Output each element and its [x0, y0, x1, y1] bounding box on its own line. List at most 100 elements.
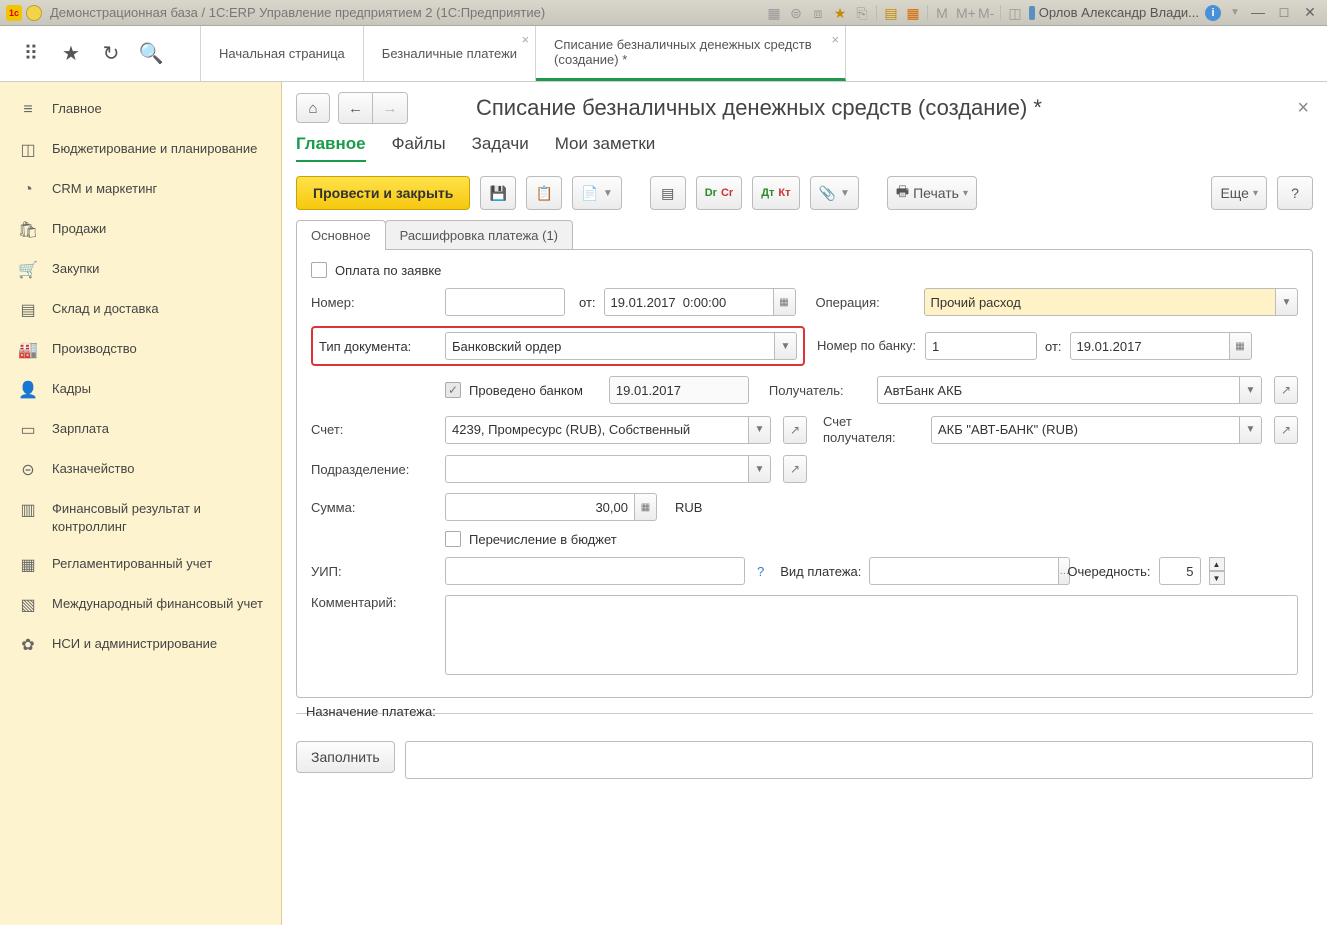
sidebar-item-sales[interactable]: 🛍Продажи [0, 210, 281, 250]
inner-tab-breakdown[interactable]: Расшифровка платежа (1) [385, 220, 573, 250]
chevron-down-icon[interactable]: ▼ [749, 455, 771, 483]
based-on-button[interactable]: 📄▼ [572, 176, 621, 210]
more-button[interactable]: Еще ▾ [1211, 176, 1267, 210]
sidebar-item-payroll[interactable]: ▭Зарплата [0, 410, 281, 450]
calculator-icon[interactable]: ▤ [883, 5, 899, 21]
post-button[interactable]: 📋 [526, 176, 562, 210]
priority-input[interactable] [1159, 557, 1201, 585]
save-button[interactable]: 💾 [480, 176, 516, 210]
search-icon[interactable]: 🔍 [140, 43, 162, 65]
priority-spinner[interactable]: ▲▼ [1209, 557, 1225, 585]
calculator-icon[interactable]: ▦ [635, 493, 657, 521]
back-button[interactable]: ← [339, 93, 373, 123]
help-icon[interactable]: ? [753, 564, 768, 579]
open-button[interactable]: ↗ [783, 416, 807, 444]
section-tab-main[interactable]: Главное [296, 134, 366, 162]
sidebar-item-budgeting[interactable]: ◫Бюджетирование и планирование [0, 130, 281, 170]
open-button[interactable]: ↗ [1274, 416, 1298, 444]
sidebar-item-finance[interactable]: ▥Финансовый результат и контроллинг [0, 490, 281, 545]
tab-start-page[interactable]: Начальная страница [200, 26, 364, 81]
division-select[interactable] [445, 455, 749, 483]
chevron-down-icon[interactable]: ▼ [775, 332, 797, 360]
window-title: Демонстрационная база / 1С:ERP Управлени… [50, 5, 545, 20]
calendar-icon[interactable]: ▦ [774, 288, 796, 316]
titlebar-icon[interactable]: ▦ [766, 5, 782, 21]
open-button[interactable]: ↗ [783, 455, 807, 483]
sidebar-item-treasury[interactable]: ⊝Казначейство [0, 450, 281, 490]
open-button[interactable]: ↗ [1274, 376, 1298, 404]
bank-date-input[interactable] [1070, 332, 1230, 360]
sidebar-item-intl[interactable]: ▧Международный финансовый учет [0, 585, 281, 625]
inner-tab-main[interactable]: Основное [296, 220, 386, 250]
m-plus-button[interactable]: M+ [956, 5, 972, 21]
calendar-icon[interactable]: ▦ [905, 5, 921, 21]
m-minus-button[interactable]: M- [978, 5, 994, 21]
close-icon[interactable]: × [831, 32, 839, 47]
chevron-down-icon[interactable]: ▼ [1240, 376, 1262, 404]
sidebar-item-regulated[interactable]: ▦Регламентированный учет [0, 545, 281, 585]
bank-number-input[interactable] [925, 332, 1037, 360]
sidebar-item-production[interactable]: 🏭Производство [0, 330, 281, 370]
apps-icon[interactable]: ⠿ [20, 43, 42, 65]
sidebar-item-main[interactable]: ≡Главное [0, 90, 281, 130]
section-tab-files[interactable]: Файлы [392, 134, 446, 162]
sidebar-item-warehouse[interactable]: ▤Склад и доставка [0, 290, 281, 330]
tab-writeoff[interactable]: Списание безналичных денежных средств (с… [536, 26, 846, 81]
m-button[interactable]: M [934, 5, 950, 21]
dropdown-icon[interactable] [26, 5, 42, 21]
info-dropdown-icon[interactable]: ▼ [1227, 5, 1243, 21]
sidebar-item-admin[interactable]: ✿НСИ и администрирование [0, 625, 281, 665]
recipient-select[interactable] [877, 376, 1240, 404]
star-icon[interactable]: ★ [832, 5, 848, 21]
sidebar-item-crm[interactable]: ◔CRM и маркетинг [0, 170, 281, 210]
section-tab-tasks[interactable]: Задачи [472, 134, 529, 162]
calendar-icon[interactable]: ▦ [1230, 332, 1252, 360]
current-user[interactable]: Орлов Александр Влади... [1029, 5, 1199, 20]
close-window-button[interactable]: ✕ [1299, 4, 1321, 22]
print-button[interactable]: 🖶 Печать ▾ [887, 176, 977, 210]
close-page-button[interactable]: × [1293, 97, 1313, 120]
doc-type-select[interactable] [445, 332, 775, 360]
account-select[interactable] [445, 416, 749, 444]
budget-transfer-checkbox[interactable] [445, 531, 461, 547]
comment-textarea[interactable] [445, 595, 1298, 675]
purpose-textarea[interactable] [405, 741, 1313, 779]
bank-processed-date[interactable] [609, 376, 749, 404]
sidebar-item-hr[interactable]: 👤Кадры [0, 370, 281, 410]
sidebar-item-purchases[interactable]: 🛒Закупки [0, 250, 281, 290]
sum-input[interactable] [445, 493, 635, 521]
help-button[interactable]: ? [1277, 176, 1313, 210]
dtkt-button[interactable]: ДтКт [752, 176, 799, 210]
info-icon[interactable]: i [1205, 5, 1221, 21]
titlebar-icon[interactable]: ⧈ [810, 5, 826, 21]
drcr-button[interactable]: DrCr [696, 176, 742, 210]
operation-select[interactable] [924, 288, 1276, 316]
uip-input[interactable] [445, 557, 745, 585]
bank-processed-checkbox[interactable] [445, 382, 461, 398]
pay-by-request-checkbox[interactable] [311, 262, 327, 278]
chevron-down-icon[interactable]: ▼ [749, 416, 771, 444]
tab-payments[interactable]: Безналичные платежи× [364, 26, 536, 81]
chevron-down-icon[interactable]: ▼ [1276, 288, 1298, 316]
date-input[interactable] [604, 288, 774, 316]
close-icon[interactable]: × [521, 32, 529, 47]
maximize-button[interactable]: □ [1273, 4, 1295, 22]
section-tab-notes[interactable]: Мои заметки [555, 134, 656, 162]
fill-button[interactable]: Заполнить [296, 741, 395, 773]
attach-button[interactable]: 📎▼ [810, 176, 859, 210]
history-icon[interactable]: ↻ [100, 43, 122, 65]
home-button[interactable]: ⌂ [296, 93, 330, 123]
payment-type-select[interactable] [869, 557, 1059, 585]
recipient-account-select[interactable] [931, 416, 1240, 444]
panel-icon[interactable]: ◫ [1007, 5, 1023, 21]
spin-up-icon[interactable]: ▲ [1209, 557, 1225, 571]
post-and-close-button[interactable]: Провести и закрыть [296, 176, 470, 210]
favorite-icon[interactable]: ★ [60, 43, 82, 65]
minimize-button[interactable]: — [1247, 4, 1269, 22]
report-button[interactable]: ▤ [650, 176, 686, 210]
titlebar-icon[interactable]: ⎘ [854, 5, 870, 21]
number-input[interactable] [445, 288, 565, 316]
spin-down-icon[interactable]: ▼ [1209, 571, 1225, 585]
titlebar-icon[interactable]: ⊜ [788, 5, 804, 21]
chevron-down-icon[interactable]: ▼ [1240, 416, 1262, 444]
